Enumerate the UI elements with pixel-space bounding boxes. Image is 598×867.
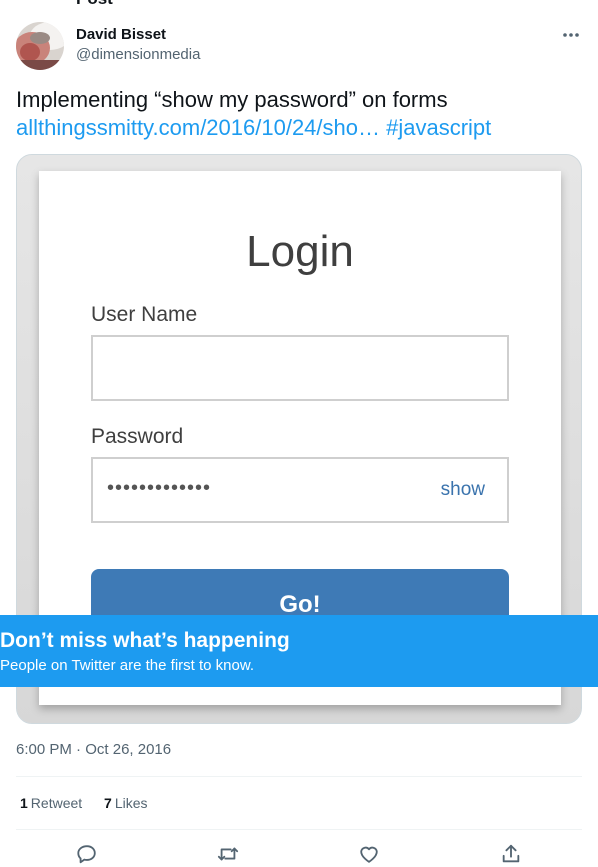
tweet-stats: 1 Retweet 7 Likes	[20, 794, 166, 812]
tweet-timestamp[interactable]: 6:00 PM · Oct 26, 2016	[16, 740, 171, 760]
password-dots: •••••••••••••	[107, 477, 212, 499]
retweet-icon[interactable]	[214, 840, 242, 867]
author-info[interactable]: David Bisset @dimensionmedia	[76, 25, 200, 65]
timestamp-date[interactable]: Oct 26, 2016	[85, 741, 171, 758]
tweet-header: David Bisset @dimensionmedia	[16, 22, 582, 72]
tweet-body: Implementing “show my password” on forms	[16, 87, 448, 112]
display-name[interactable]: David Bisset	[76, 25, 200, 45]
timestamp-time[interactable]: 6:00 PM	[16, 741, 72, 758]
banner-title: Don’t miss what’s happening	[0, 629, 290, 652]
retweet-count: 1	[20, 795, 28, 811]
divider	[16, 776, 582, 777]
password-label: Password	[91, 425, 184, 448]
share-icon[interactable]	[497, 840, 525, 867]
timestamp-separator: ·	[71, 741, 86, 758]
username-label: User Name	[91, 303, 198, 326]
cut-off-header: Post	[76, 0, 113, 9]
like-count: 7	[104, 795, 112, 811]
retweet-stat[interactable]: 1 Retweet	[20, 794, 82, 812]
like-stat[interactable]: 7 Likes	[104, 794, 147, 812]
tweet-text: Implementing “show my password” on forms…	[16, 86, 582, 142]
avatar[interactable]	[16, 22, 64, 70]
more-icon[interactable]	[560, 26, 582, 44]
heart-icon[interactable]	[355, 840, 383, 867]
reply-icon[interactable]	[73, 840, 101, 867]
like-stat-label: Likes	[114, 795, 148, 811]
retweet-stat-label: Retweet	[30, 795, 83, 811]
show-password-label: show	[440, 479, 485, 500]
signup-banner[interactable]: Don’t miss what’s happening People on Tw…	[0, 615, 598, 687]
divider	[16, 829, 582, 830]
tweet-actions	[16, 840, 582, 867]
tweet-link[interactable]: allthingssmitty.com/2016/10/24/sho…	[16, 115, 380, 140]
banner-subtitle: People on Twitter are the first to know.	[0, 657, 255, 674]
login-title: Login	[246, 227, 354, 276]
hashtag-link[interactable]: #javascript	[386, 115, 491, 140]
username-field-image	[91, 335, 509, 401]
user-handle[interactable]: @dimensionmedia	[76, 45, 200, 65]
password-field-image: ••••••••••••• show	[91, 457, 509, 523]
